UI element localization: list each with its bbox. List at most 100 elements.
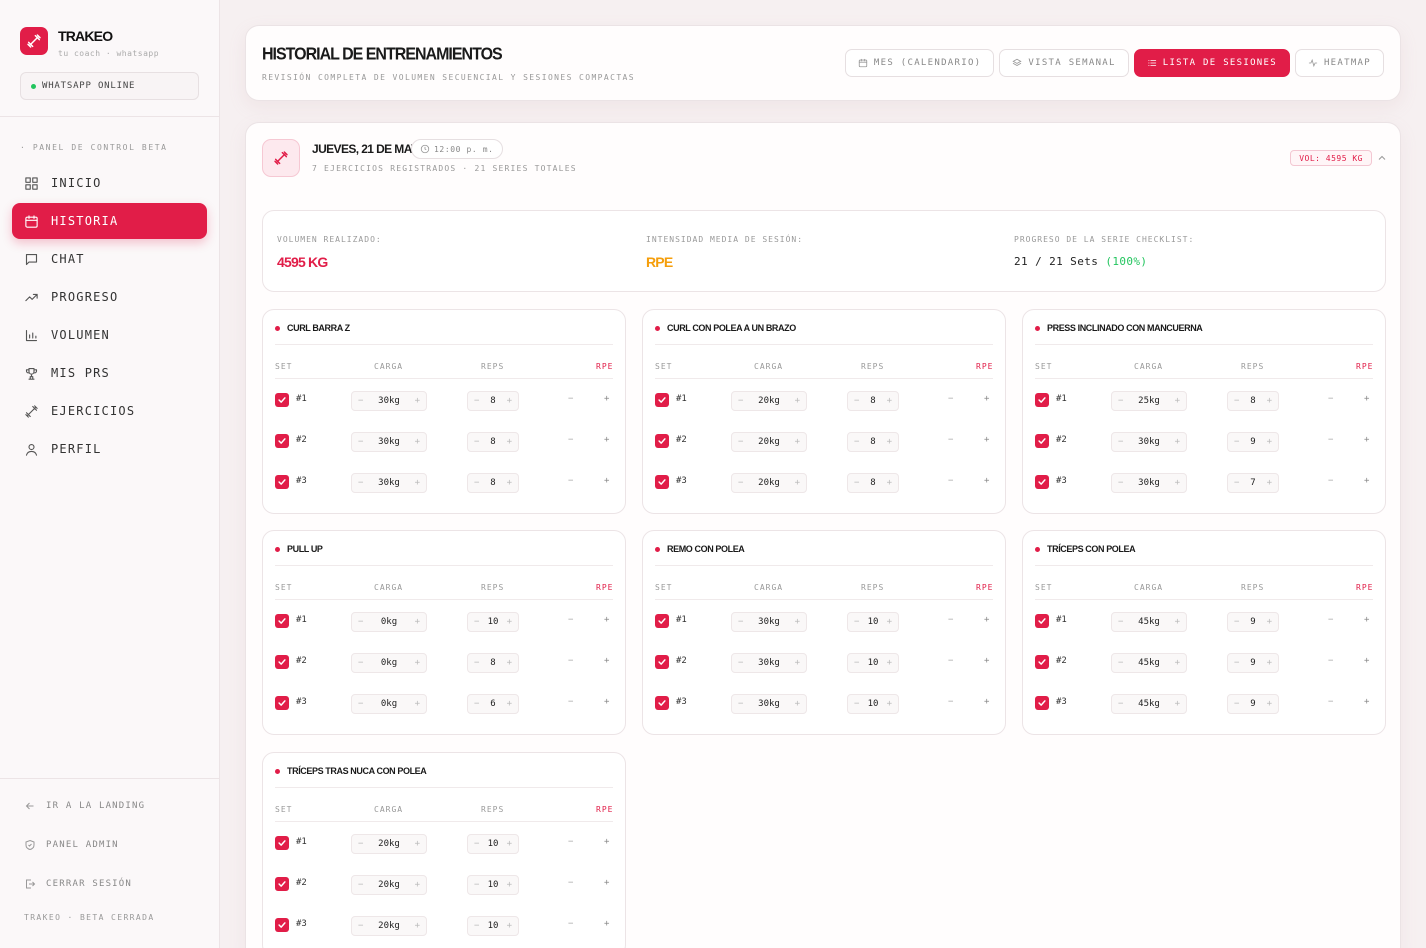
decrement-button[interactable]: − bbox=[1118, 658, 1123, 668]
decrement-button[interactable]: − bbox=[358, 921, 363, 931]
carga-value[interactable]: 45kg bbox=[1138, 617, 1160, 627]
decrement-button[interactable]: − bbox=[854, 437, 859, 447]
carga-value[interactable]: 30kg bbox=[1138, 437, 1160, 447]
increment-button[interactable]: + bbox=[795, 699, 800, 709]
reps-value[interactable]: 8 bbox=[490, 396, 495, 406]
rpe-decrement-button[interactable]: − bbox=[568, 476, 573, 486]
carga-value[interactable]: 30kg bbox=[378, 478, 400, 488]
decrement-button[interactable]: − bbox=[738, 617, 743, 627]
rpe-increment-button[interactable]: + bbox=[1364, 697, 1369, 707]
rpe-increment-button[interactable]: + bbox=[604, 837, 609, 847]
set-done-checkbox[interactable] bbox=[275, 475, 289, 489]
rpe-increment-button[interactable]: + bbox=[984, 435, 989, 445]
reps-value[interactable]: 8 bbox=[870, 478, 875, 488]
admin-panel-link[interactable]: PANEL ADMIN bbox=[24, 839, 119, 851]
decrement-button[interactable]: − bbox=[738, 699, 743, 709]
decrement-button[interactable]: − bbox=[1234, 699, 1239, 709]
set-done-checkbox[interactable] bbox=[275, 393, 289, 407]
rpe-increment-button[interactable]: + bbox=[604, 615, 609, 625]
decrement-button[interactable]: − bbox=[474, 839, 479, 849]
increment-button[interactable]: + bbox=[507, 839, 512, 849]
increment-button[interactable]: + bbox=[1175, 658, 1180, 668]
reps-value[interactable]: 8 bbox=[870, 437, 875, 447]
increment-button[interactable]: + bbox=[415, 437, 420, 447]
increment-button[interactable]: + bbox=[507, 617, 512, 627]
rpe-increment-button[interactable]: + bbox=[604, 697, 609, 707]
carga-value[interactable]: 30kg bbox=[1138, 478, 1160, 488]
increment-button[interactable]: + bbox=[507, 699, 512, 709]
set-done-checkbox[interactable] bbox=[1035, 434, 1049, 448]
carga-value[interactable]: 0kg bbox=[381, 699, 397, 709]
decrement-button[interactable]: − bbox=[1234, 617, 1239, 627]
decrement-button[interactable]: − bbox=[1234, 478, 1239, 488]
reps-value[interactable]: 8 bbox=[490, 437, 495, 447]
rpe-decrement-button[interactable]: − bbox=[948, 615, 953, 625]
decrement-button[interactable]: − bbox=[854, 617, 859, 627]
view-button-mes-calendario[interactable]: MES (CALENDARIO) bbox=[844, 49, 995, 77]
rpe-increment-button[interactable]: + bbox=[604, 919, 609, 929]
set-done-checkbox[interactable] bbox=[655, 655, 669, 669]
set-done-checkbox[interactable] bbox=[275, 918, 289, 932]
increment-button[interactable]: + bbox=[1267, 617, 1272, 627]
rpe-decrement-button[interactable]: − bbox=[948, 697, 953, 707]
increment-button[interactable]: + bbox=[1175, 478, 1180, 488]
reps-value[interactable]: 8 bbox=[1250, 396, 1255, 406]
reps-value[interactable]: 10 bbox=[868, 699, 879, 709]
set-done-checkbox[interactable] bbox=[1035, 655, 1049, 669]
rpe-increment-button[interactable]: + bbox=[984, 476, 989, 486]
rpe-decrement-button[interactable]: − bbox=[568, 615, 573, 625]
rpe-increment-button[interactable]: + bbox=[604, 394, 609, 404]
increment-button[interactable]: + bbox=[415, 396, 420, 406]
rpe-increment-button[interactable]: + bbox=[604, 878, 609, 888]
increment-button[interactable]: + bbox=[507, 921, 512, 931]
decrement-button[interactable]: − bbox=[738, 396, 743, 406]
increment-button[interactable]: + bbox=[1267, 437, 1272, 447]
reps-value[interactable]: 10 bbox=[868, 658, 879, 668]
set-done-checkbox[interactable] bbox=[655, 696, 669, 710]
rpe-increment-button[interactable]: + bbox=[1364, 435, 1369, 445]
set-done-checkbox[interactable] bbox=[655, 614, 669, 628]
reps-value[interactable]: 7 bbox=[1250, 478, 1255, 488]
increment-button[interactable]: + bbox=[415, 839, 420, 849]
increment-button[interactable]: + bbox=[1267, 658, 1272, 668]
carga-value[interactable]: 30kg bbox=[758, 617, 780, 627]
go-to-landing-link[interactable]: IR A LA LANDING bbox=[24, 800, 145, 812]
decrement-button[interactable]: − bbox=[1118, 478, 1123, 488]
rpe-increment-button[interactable]: + bbox=[984, 656, 989, 666]
reps-value[interactable]: 9 bbox=[1250, 437, 1255, 447]
carga-value[interactable]: 20kg bbox=[758, 478, 780, 488]
carga-value[interactable]: 30kg bbox=[758, 699, 780, 709]
increment-button[interactable]: + bbox=[1267, 478, 1272, 488]
rpe-decrement-button[interactable]: − bbox=[1328, 394, 1333, 404]
rpe-decrement-button[interactable]: − bbox=[1328, 656, 1333, 666]
rpe-increment-button[interactable]: + bbox=[604, 656, 609, 666]
rpe-decrement-button[interactable]: − bbox=[568, 878, 573, 888]
carga-value[interactable]: 30kg bbox=[378, 437, 400, 447]
carga-value[interactable]: 45kg bbox=[1138, 658, 1160, 668]
decrement-button[interactable]: − bbox=[358, 478, 363, 488]
rpe-decrement-button[interactable]: − bbox=[568, 697, 573, 707]
carga-value[interactable]: 20kg bbox=[378, 839, 400, 849]
sidebar-item-volumen[interactable]: VOLUMEN bbox=[12, 317, 207, 353]
rpe-decrement-button[interactable]: − bbox=[1328, 697, 1333, 707]
carga-value[interactable]: 25kg bbox=[1138, 396, 1160, 406]
rpe-decrement-button[interactable]: − bbox=[568, 656, 573, 666]
decrement-button[interactable]: − bbox=[854, 478, 859, 488]
decrement-button[interactable]: − bbox=[474, 658, 479, 668]
reps-value[interactable]: 9 bbox=[1250, 699, 1255, 709]
increment-button[interactable]: + bbox=[795, 396, 800, 406]
decrement-button[interactable]: − bbox=[738, 437, 743, 447]
increment-button[interactable]: + bbox=[887, 699, 892, 709]
decrement-button[interactable]: − bbox=[1118, 699, 1123, 709]
rpe-increment-button[interactable]: + bbox=[604, 476, 609, 486]
set-done-checkbox[interactable] bbox=[275, 434, 289, 448]
rpe-decrement-button[interactable]: − bbox=[948, 435, 953, 445]
rpe-decrement-button[interactable]: − bbox=[568, 435, 573, 445]
decrement-button[interactable]: − bbox=[358, 437, 363, 447]
decrement-button[interactable]: − bbox=[358, 658, 363, 668]
reps-value[interactable]: 8 bbox=[870, 396, 875, 406]
sidebar-item-historia[interactable]: HISTORIA bbox=[12, 203, 207, 239]
increment-button[interactable]: + bbox=[415, 658, 420, 668]
decrement-button[interactable]: − bbox=[854, 396, 859, 406]
decrement-button[interactable]: − bbox=[1234, 396, 1239, 406]
